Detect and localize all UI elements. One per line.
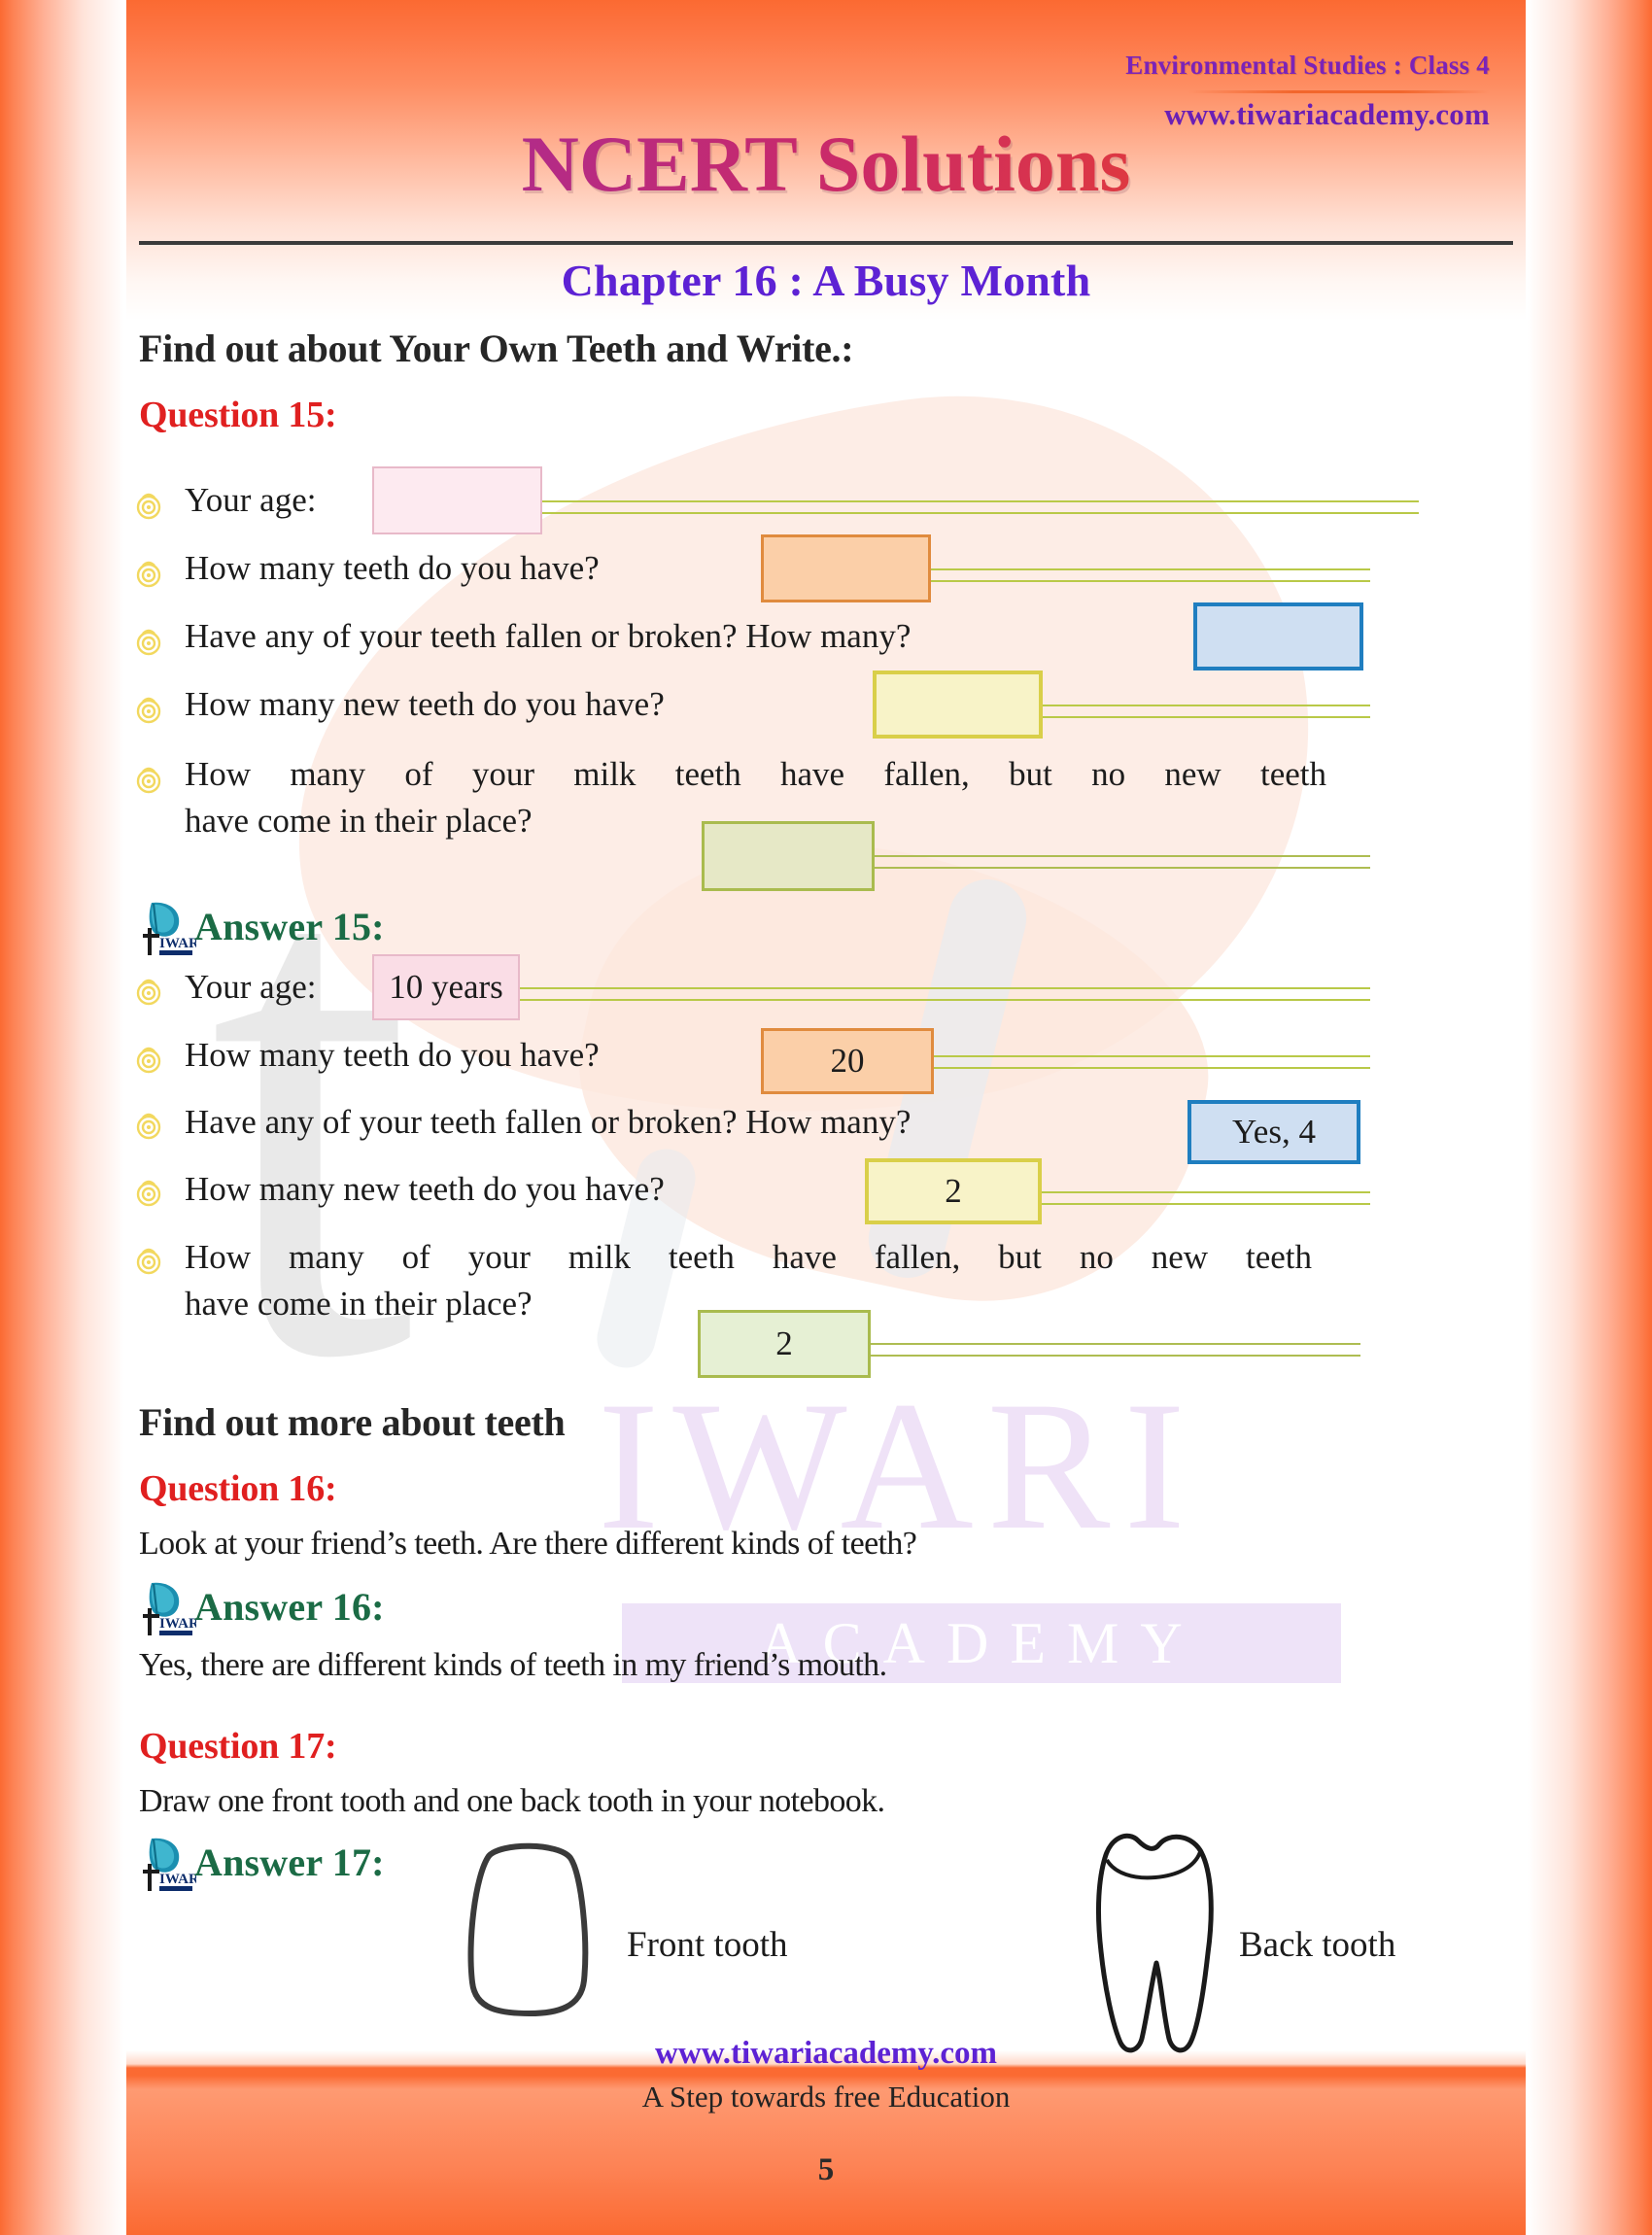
bullet-spiral-icon [136,1180,161,1207]
answer-16-text: Yes, there are different kinds of teeth … [139,1647,887,1683]
back-tooth-drawing [1096,1834,1214,2053]
brand-title: NCERT Solutions [0,124,1652,204]
bullet-spiral-icon [136,1113,161,1140]
q15-item-0-input-box[interactable] [372,466,542,534]
tiwari-academy-logo-icon: IWARI [143,902,196,955]
bullet-spiral-icon [136,697,161,724]
question-17-label: Question 17: [139,1726,337,1767]
header-divider [1188,90,1490,93]
section-heading-1: Find out about Your Own Teeth and Write.… [139,327,854,370]
front-tooth-drawing [467,1842,589,2016]
q15-item-3-input-box[interactable] [873,670,1043,739]
question-17-text: Draw one front tooth and one back tooth … [139,1783,885,1819]
q15-item-4-text-line1: How many of your milk teeth have fallen,… [185,755,1326,793]
a15-item-4-answer-box[interactable]: 2 [698,1310,871,1378]
q15-item-4-rails [860,855,1370,869]
section-heading-2: Find out more about teeth [139,1400,566,1444]
a15-item-0-text: Your age: [185,968,317,1006]
bullet-spiral-icon [136,767,161,794]
a15-item-4-text-line1: How many of your milk teeth have fallen,… [185,1238,1312,1276]
chapter-title: Chapter 16 : A Busy Month [561,256,1091,305]
q15-item-2-input-box[interactable] [1193,602,1363,670]
answer-16-label: Answer 16: [194,1585,385,1629]
q15-item-1-text: How many teeth do you have? [185,549,600,587]
a15-item-1-answer-box[interactable]: 20 [761,1028,934,1094]
front-tooth-label: Front tooth [627,1925,788,1965]
question-16-label: Question 16: [139,1468,337,1509]
a15-item-4-text-line2: have come in their place? [185,1285,533,1323]
footer-website-link[interactable]: www.tiwariacademy.com [0,2036,1652,2072]
svg-text:IWARI: IWARI [159,1616,196,1632]
a15-item-3-text: How many new teeth do you have? [185,1170,665,1208]
tiwari-academy-logo-icon: IWARI [143,1838,196,1891]
tiwari-academy-logo-icon: IWARI [143,1582,196,1635]
q15-item-4-text-line2: have come in their place? [185,802,533,840]
q15-item-3-rails [1040,705,1370,718]
svg-text:IWARI: IWARI [159,936,196,951]
title-divider [139,241,1513,245]
svg-text:IWARI: IWARI [159,1872,196,1887]
footer-tagline: A Step towards free Education [641,2080,1011,2114]
q15-item-2-text: Have any of your teeth fallen or broken?… [185,617,912,655]
page-number: 5 [817,2152,835,2187]
question-16-text: Look at your friend’s teeth. Are there d… [139,1526,917,1562]
answer-15-label: Answer 15: [194,905,385,948]
question-15-label: Question 15: [139,395,337,435]
q15-item-0-text: Your age: [185,481,317,519]
a15-item-2-answer-box[interactable]: Yes, 4 [1187,1100,1360,1164]
bullet-spiral-icon [136,1047,161,1074]
a15-item-0-answer-box[interactable]: 10 years [372,954,520,1020]
q15-item-1-input-box[interactable] [761,534,931,602]
bullet-spiral-icon [136,1248,161,1275]
a15-item-1-rails [933,1055,1370,1069]
bullet-spiral-icon [136,493,161,520]
a15-item-0-rails [374,987,1370,1001]
a15-item-3-answer-box[interactable]: 2 [865,1158,1042,1224]
a15-item-4-rails [860,1343,1360,1357]
bullet-spiral-icon [136,629,161,656]
a15-item-1-text: How many teeth do you have? [185,1036,600,1074]
back-tooth-label: Back tooth [1239,1925,1396,1965]
q15-item-4-input-box[interactable] [702,821,875,891]
bullet-spiral-icon [136,979,161,1006]
a15-item-2-text: Have any of your teeth fallen or broken?… [185,1103,912,1141]
answer-17-label: Answer 17: [194,1840,385,1884]
subject-line: Environmental Studies : Class 4 [1125,51,1490,80]
q15-item-3-text: How many new teeth do you have? [185,685,665,723]
bullet-spiral-icon [136,561,161,588]
a15-item-3-rails [1040,1191,1370,1205]
